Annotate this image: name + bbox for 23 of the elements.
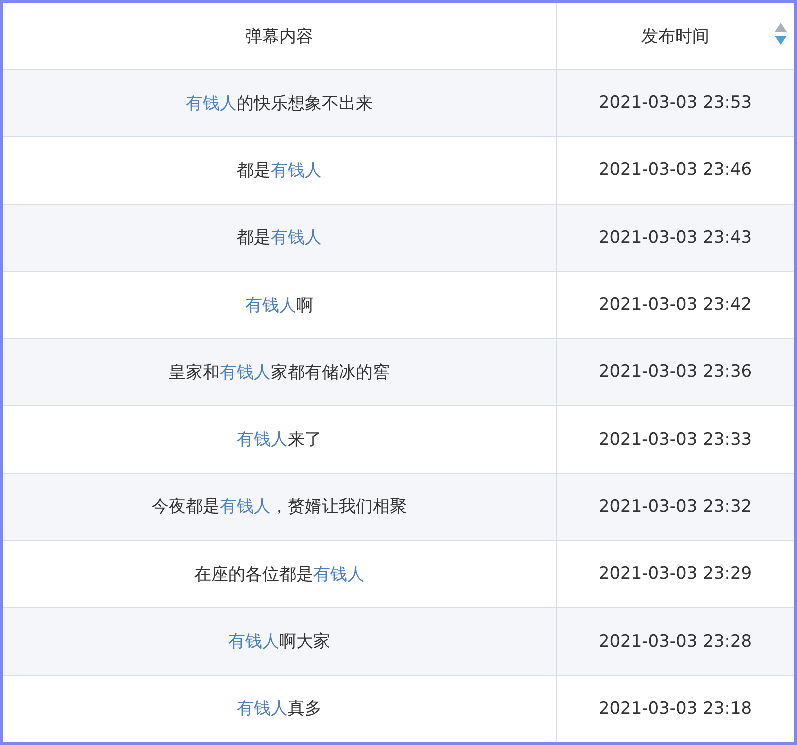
table-cell: 有钱人来了 <box>3 406 557 473</box>
table-cell-text: 2021-03-03 23:53 <box>598 92 754 116</box>
table-cell: 今夜都是有钱人，赘婿让我们相聚 <box>3 474 557 540</box>
table-cell: 都是有钱人 <box>3 137 557 204</box>
table-cell-text: 2021-03-03 23:29 <box>598 563 754 586</box>
table-cell: 有钱人真多 <box>3 676 557 742</box>
table-cell: 在座的各位都是有钱人 <box>3 541 557 608</box>
table-cell: 有钱人啊大家 <box>3 608 557 675</box>
table-cell: 有钱人的快乐想象不出来 <box>3 70 557 136</box>
column-header[interactable]: 发布时间 <box>557 3 794 69</box>
table-cell-text: 2021-03-03 23:33 <box>598 428 754 452</box>
table-cell-text: 2021-03-03 23:32 <box>598 496 754 519</box>
table-cell-text: 2021-03-03 23:46 <box>598 159 754 182</box>
table-cell: 有钱人啊 <box>3 272 557 338</box>
table-cell: 皇家和有钱人家都有储冰的窖 <box>3 339 557 406</box>
table-cell: 都是有钱人 <box>3 204 557 271</box>
column-header[interactable]: 弹幕内容 <box>3 3 557 69</box>
table-cell-text: 2021-03-03 23:28 <box>598 630 754 654</box>
table-cell-text: 2021-03-03 23:42 <box>598 294 754 318</box>
table-cell-text: 2021-03-03 23:36 <box>598 361 754 384</box>
table-cell-text: 2021-03-03 23:43 <box>598 226 754 250</box>
table-cell-text: 2021-03-03 23:18 <box>598 698 754 721</box>
sort-icon[interactable] <box>774 22 788 46</box>
